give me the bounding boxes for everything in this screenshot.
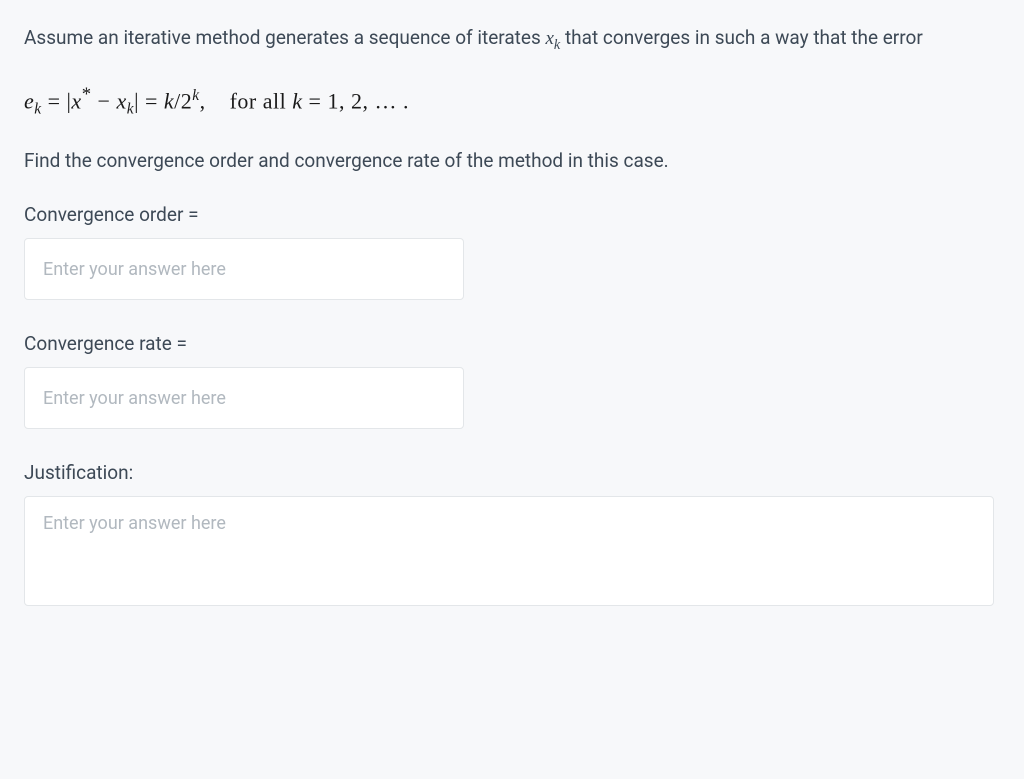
convergence-order-label: Convergence order = [24,203,1000,226]
math-display: ek = |x* − xk| = k/2k, for all k = 1, 2,… [24,84,1000,119]
question-intro: Assume an iterative method generates a s… [24,24,1000,56]
justification-label: Justification: [24,461,1000,484]
question-intro-part1: Assume an iterative method generates a s… [24,26,545,49]
convergence-rate-input[interactable] [24,367,464,429]
question-intro-var: x [545,28,553,49]
instruction-text: Find the convergence order and convergen… [24,147,1000,176]
question-intro-part2: that converges in such a way that the er… [560,26,923,49]
convergence-order-input[interactable] [24,238,464,300]
justification-input[interactable] [24,496,994,606]
convergence-rate-label: Convergence rate = [24,332,1000,355]
